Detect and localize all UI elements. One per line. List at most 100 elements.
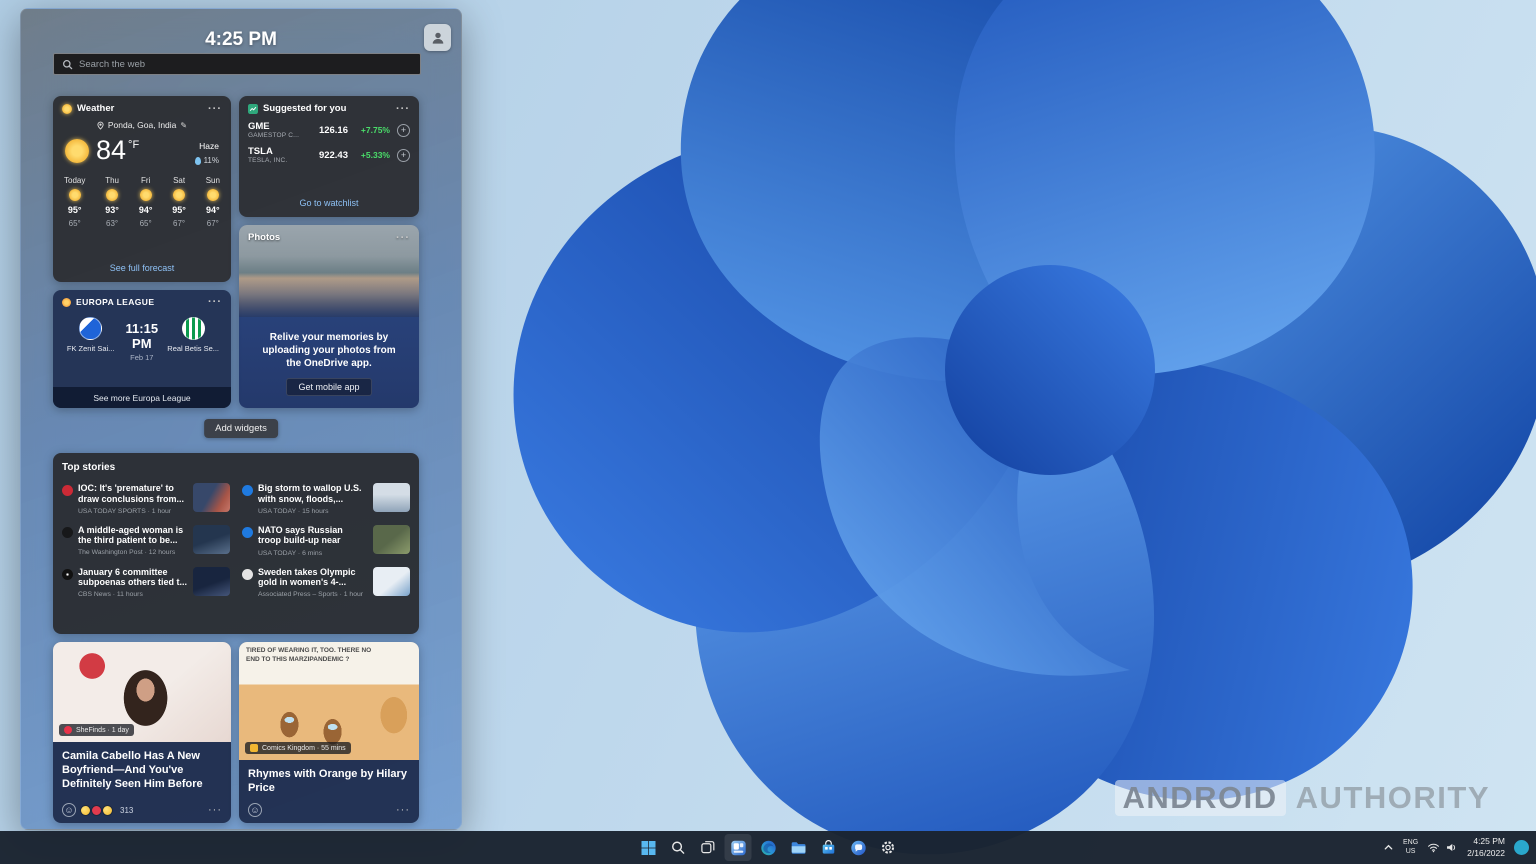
news-headline[interactable]: Camila Cabello Has A New Boyfriend—And Y… bbox=[53, 742, 231, 796]
story-thumbnail bbox=[373, 483, 410, 512]
forecast-day[interactable]: Fri 94° 65° bbox=[139, 176, 153, 228]
stock-row[interactable]: TSLA TESLA, INC. 922.43 +5.33% + bbox=[239, 142, 419, 167]
watermark-authority: AUTHORITY bbox=[1296, 780, 1490, 816]
humidity-droplet-icon bbox=[195, 157, 201, 165]
get-mobile-app-button[interactable]: Get mobile app bbox=[286, 378, 371, 396]
story-item[interactable]: Big storm to wallop U.S. with snow, floo… bbox=[242, 478, 410, 520]
ap-sports-icon bbox=[242, 569, 253, 580]
forecast-day[interactable]: Thu 93° 63° bbox=[105, 176, 119, 228]
comics-kingdom-icon bbox=[250, 744, 258, 752]
language-switcher[interactable]: ENG US bbox=[1403, 839, 1418, 857]
watermark-android: ANDROID bbox=[1115, 780, 1286, 816]
widgets-icon bbox=[730, 840, 746, 856]
edge-button[interactable] bbox=[755, 834, 782, 861]
taskbar-search-button[interactable] bbox=[665, 834, 692, 861]
tray-time: 4:25 PM bbox=[1467, 836, 1505, 847]
store-button[interactable] bbox=[815, 834, 842, 861]
see-full-forecast-link[interactable]: See full forecast bbox=[53, 263, 231, 273]
story-item[interactable]: Sweden takes Olympic gold in women's 4-.… bbox=[242, 562, 410, 604]
laugh-reaction-icon bbox=[80, 805, 91, 816]
conditions-block: Haze 11% bbox=[195, 136, 219, 165]
current-temperature: 84 bbox=[96, 135, 126, 166]
tray-date: 2/16/2022 bbox=[1467, 848, 1505, 859]
widgets-panel: 4:25 PM Weather ··· Po bbox=[20, 8, 462, 830]
story-thumbnail bbox=[373, 567, 410, 596]
weather-location[interactable]: Ponda, Goa, India bbox=[108, 120, 177, 130]
story-thumbnail bbox=[193, 483, 230, 512]
story-item[interactable]: NATO says Russian troop build-up near Uk… bbox=[242, 520, 410, 562]
stock-row[interactable]: GME GAMESTOP C... 126.16 +7.75% + bbox=[239, 117, 419, 142]
add-to-watchlist-icon[interactable]: + bbox=[397, 149, 410, 162]
match-date: Feb 17 bbox=[116, 353, 167, 362]
forecast-sun-icon bbox=[173, 189, 185, 201]
weather-widget[interactable]: Weather ··· Ponda, Goa, India ✎ 84 °F Ha… bbox=[53, 96, 231, 282]
story-thumbnail bbox=[373, 525, 410, 554]
heart-reaction-icon bbox=[91, 805, 102, 816]
web-search-bar[interactable] bbox=[53, 53, 421, 75]
panel-clock: 4:25 PM bbox=[21, 29, 461, 51]
current-conditions-icon bbox=[65, 139, 89, 163]
washington-post-icon bbox=[62, 527, 73, 538]
news-card-comic[interactable]: TIRED OF WEARING IT, TOO. THERE NO END T… bbox=[239, 642, 419, 823]
forecast-day[interactable]: Sun 94° 67° bbox=[206, 176, 220, 228]
story-item[interactable]: IOC: It's 'premature' to draw conclusion… bbox=[62, 478, 230, 520]
file-explorer-button[interactable] bbox=[785, 834, 812, 861]
widgets-button[interactable] bbox=[725, 834, 752, 861]
photos-title: Photos bbox=[248, 232, 280, 243]
go-to-watchlist-link[interactable]: Go to watchlist bbox=[239, 198, 419, 208]
add-to-watchlist-icon[interactable]: + bbox=[397, 124, 410, 137]
photos-widget[interactable]: Photos ··· Relive your memories by uploa… bbox=[239, 225, 419, 408]
add-reaction-icon[interactable]: ☺ bbox=[62, 803, 76, 817]
location-pin-icon bbox=[97, 121, 104, 130]
comic-image: TIRED OF WEARING IT, TOO. THERE NO END T… bbox=[239, 642, 419, 760]
match-row[interactable]: FK Zenit Sai... 11:15 PM Feb 17 Real Bet… bbox=[53, 310, 231, 362]
settings-gear-icon bbox=[881, 840, 896, 855]
search-icon bbox=[62, 59, 73, 70]
news-card-camila[interactable]: SheFinds · 1 day Camila Cabello Has A Ne… bbox=[53, 642, 231, 823]
forecast-day[interactable]: Today 95° 65° bbox=[64, 176, 85, 228]
settings-button[interactable] bbox=[875, 834, 902, 861]
story-item[interactable]: A middle-aged woman is the third patient… bbox=[62, 520, 230, 562]
weather-menu-button[interactable]: ··· bbox=[208, 105, 222, 113]
camila-photo: SheFinds · 1 day bbox=[53, 642, 231, 742]
add-reaction-icon[interactable]: ☺ bbox=[248, 803, 262, 817]
news-headline[interactable]: Rhymes with Orange by Hilary Price bbox=[239, 760, 419, 800]
europa-title: EUROPA LEAGUE bbox=[76, 297, 154, 307]
cbs-news-icon bbox=[62, 569, 73, 580]
taskbar-clock[interactable]: 4:25 PM 2/16/2022 bbox=[1467, 836, 1505, 858]
add-widgets-button[interactable]: Add widgets bbox=[204, 419, 278, 438]
start-button[interactable] bbox=[635, 834, 662, 861]
notification-badge[interactable] bbox=[1514, 840, 1529, 855]
system-tray-icons[interactable] bbox=[1427, 841, 1458, 854]
task-view-button[interactable] bbox=[695, 834, 722, 861]
stocks-widget[interactable]: Suggested for you ··· GME GAMESTOP C... … bbox=[239, 96, 419, 217]
zenit-logo bbox=[79, 317, 102, 340]
hidden-icons-chevron-icon[interactable] bbox=[1383, 842, 1394, 853]
search-icon bbox=[671, 840, 686, 855]
forecast-sun-icon bbox=[69, 189, 81, 201]
edit-location-icon[interactable]: ✎ bbox=[180, 121, 187, 130]
stocks-title: Suggested for you bbox=[263, 103, 346, 114]
forecast-day[interactable]: Sat 95° 67° bbox=[172, 176, 186, 228]
money-icon bbox=[248, 104, 258, 114]
source-chip: SheFinds · 1 day bbox=[59, 724, 134, 736]
chat-button[interactable] bbox=[845, 834, 872, 861]
file-explorer-icon bbox=[790, 840, 806, 856]
europa-league-icon bbox=[62, 298, 71, 307]
desktop: ANDROID AUTHORITY 4:25 PM Weather ··· bbox=[0, 0, 1536, 864]
profile-button[interactable] bbox=[424, 24, 451, 51]
europa-league-widget[interactable]: EUROPA LEAGUE ··· FK Zenit Sai... 11:15 … bbox=[53, 290, 231, 408]
home-team-name: FK Zenit Sai... bbox=[67, 344, 115, 353]
card-menu-button[interactable]: ··· bbox=[208, 806, 222, 814]
card-menu-button[interactable]: ··· bbox=[396, 806, 410, 814]
photos-menu-button[interactable]: ··· bbox=[396, 234, 410, 242]
see-more-europa-link[interactable]: See more Europa League bbox=[53, 387, 231, 408]
story-item[interactable]: January 6 committee subpoenas others tie… bbox=[62, 562, 230, 604]
wallpaper-bloom bbox=[430, 0, 1536, 864]
story-thumbnail bbox=[193, 525, 230, 554]
humidity-value: 11% bbox=[204, 156, 219, 165]
europa-menu-button[interactable]: ··· bbox=[208, 298, 222, 306]
match-time: 11:15 PM bbox=[116, 321, 167, 351]
stocks-menu-button[interactable]: ··· bbox=[396, 105, 410, 113]
search-input[interactable] bbox=[79, 59, 412, 70]
